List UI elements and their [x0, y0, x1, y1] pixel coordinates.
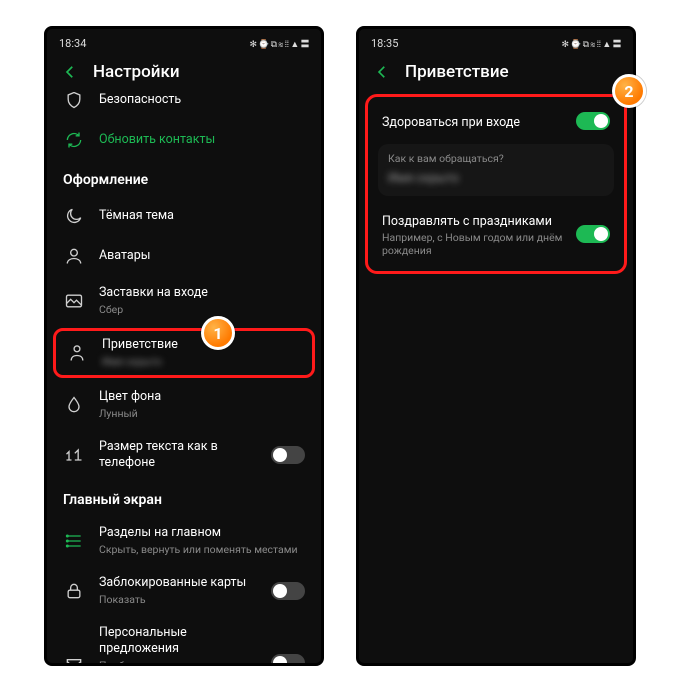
row-label: Безопасность — [99, 92, 305, 108]
sections-icon — [63, 530, 85, 552]
row-label: Аватары — [99, 248, 305, 264]
status-icons: ✻ ⌚ ⧉ ≋ ⁞⁞ ▲ 〓 — [249, 37, 309, 50]
row-label: Персональные предложения — [99, 625, 257, 658]
callout-1: 1 — [201, 316, 235, 350]
row-label: Здороваться при входе — [382, 115, 520, 130]
shield-icon — [63, 92, 85, 111]
droplet-icon — [63, 394, 85, 416]
toggle-blocked-cards[interactable] — [271, 582, 305, 600]
row-congrats-holidays[interactable]: Поздравлять с праздниками Например, с Но… — [372, 202, 620, 265]
row-sublabel: Подбирать предложения от банка и партнёр… — [99, 659, 257, 663]
row-label: Заблокированные карты — [99, 575, 257, 591]
row-security[interactable]: Безопасность — [47, 92, 321, 120]
row-sublabel: Лунный — [99, 407, 305, 421]
back-arrow-icon[interactable] — [373, 63, 391, 81]
row-greeting[interactable]: Приветствие Имя скрыто — [53, 328, 315, 378]
status-time: 18:34 — [59, 37, 86, 50]
toggle-greet-login[interactable] — [576, 112, 610, 130]
input-value-blurred: Имя скрыто — [388, 171, 604, 186]
row-label: Поздравлять с праздниками — [382, 214, 552, 229]
row-label: Обновить контакты — [99, 132, 305, 148]
section-main-screen: Главный экран — [47, 480, 321, 516]
toggle-congrats[interactable] — [576, 225, 610, 243]
row-text-size[interactable]: Размер текста как в телефоне — [47, 430, 321, 481]
status-bar: 18:34 ✻ ⌚ ⧉ ≋ ⁞⁞ ▲ 〓 — [47, 29, 321, 54]
row-splash[interactable]: Заставки на входе Сбер — [47, 276, 321, 326]
row-main-sections[interactable]: Разделы на главном Скрыть, вернуть или п… — [47, 516, 321, 566]
ticket-icon — [63, 652, 85, 663]
row-dark-theme[interactable]: Тёмная тема — [47, 196, 321, 236]
person-greeting-icon — [66, 342, 88, 364]
row-label: Тёмная тема — [99, 208, 305, 224]
name-input-card[interactable]: Как к вам обращаться? Имя скрыто — [378, 144, 614, 196]
row-bg-color[interactable]: Цвет фона Лунный — [47, 380, 321, 430]
row-label: Разделы на главном — [99, 525, 305, 541]
row-sublabel: Сбер — [99, 303, 305, 317]
row-sublabel-blurred: Имя скрыто — [102, 355, 302, 369]
row-sublabel: Скрыть, вернуть или поменять местами — [99, 543, 305, 557]
page-title: Настройки — [93, 62, 180, 82]
row-update-contacts[interactable]: Обновить контакты — [47, 120, 321, 160]
moon-icon — [63, 205, 85, 227]
greeting-settings-block: Здороваться при входе Как к вам обращать… — [365, 94, 627, 274]
lock-icon — [63, 580, 85, 602]
input-placeholder: Как к вам обращаться? — [388, 152, 604, 165]
row-avatars[interactable]: Аватары — [47, 236, 321, 276]
page-title: Приветствие — [405, 62, 509, 82]
row-label: Цвет фона — [99, 389, 305, 405]
status-time: 18:35 — [371, 37, 398, 50]
status-bar: 18:35 ✻ ⌚ ⧉ ≋ ⁞⁞ ▲ 〓 — [359, 29, 633, 54]
text-size-icon — [63, 444, 85, 466]
back-arrow-icon[interactable] — [61, 63, 79, 81]
toggle-personal-offers[interactable] — [271, 654, 305, 663]
image-icon — [63, 290, 85, 312]
phone-screen-2: 18:35 ✻ ⌚ ⧉ ≋ ⁞⁞ ▲ 〓 Приветствие Здорова… — [356, 26, 636, 666]
header: Приветствие — [359, 54, 633, 92]
refresh-icon — [63, 129, 85, 151]
row-label: Заставки на входе — [99, 285, 305, 301]
status-icons: ✻ ⌚ ⧉ ≋ ⁞⁞ ▲ 〓 — [561, 37, 621, 50]
row-blocked-cards[interactable]: Заблокированные карты Показать — [47, 566, 321, 616]
header: Настройки — [47, 54, 321, 92]
toggle-text-size[interactable] — [271, 446, 305, 464]
row-sublabel: Показать — [99, 593, 257, 607]
row-sublabel: Например, с Новым годом или днём рождени… — [382, 231, 566, 257]
callout-2: 2 — [612, 74, 646, 108]
phone-screen-1: 18:34 ✻ ⌚ ⧉ ≋ ⁞⁞ ▲ 〓 Настройки Безопасно… — [44, 26, 324, 666]
row-label: Размер текста как в телефоне — [99, 439, 257, 472]
section-appearance: Оформление — [47, 160, 321, 196]
row-greet-on-login[interactable]: Здороваться при входе — [372, 103, 620, 138]
row-personal-offers[interactable]: Персональные предложения Подбирать предл… — [47, 616, 321, 663]
avatar-icon — [63, 245, 85, 267]
